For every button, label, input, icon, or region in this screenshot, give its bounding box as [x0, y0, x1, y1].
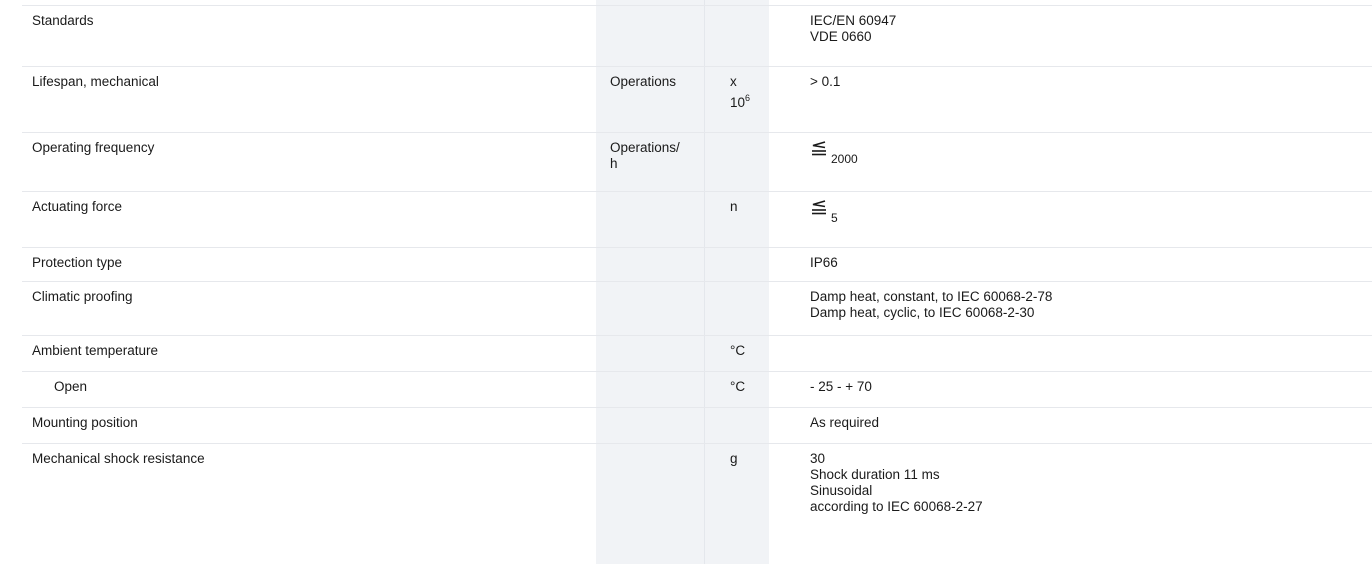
row-label: Lifespan, mechanical [22, 66, 596, 133]
row-multiplier: °C [708, 371, 794, 408]
row-multiplier [708, 407, 794, 444]
value-line: 30 [810, 451, 826, 466]
row-multiplier: g [708, 443, 794, 544]
table-row: Lifespan, mechanical Operations x 106 > … [22, 66, 1372, 133]
row-label: Operating frequency [22, 132, 596, 192]
row-unit [596, 247, 708, 282]
row-multiplier [708, 281, 794, 336]
multiplier-power: 106 [730, 93, 794, 111]
table-row: Climatic proofing Damp heat, constant, t… [22, 281, 1372, 336]
value-line: Shock duration 11 ms [810, 467, 940, 482]
row-multiplier [708, 132, 794, 192]
row-multiplier: °C [708, 335, 794, 372]
row-unit: Operations/ h [596, 132, 708, 192]
value-line: Damp heat, constant, to IEC 60068-2-78 [810, 289, 1053, 304]
row-value: 2000 [794, 132, 1372, 192]
row-label: Open [22, 371, 596, 408]
value-line: IP66 [810, 255, 838, 270]
value-line: IEC/EN 60947 [810, 13, 897, 28]
row-value: - 25 - + 70 [794, 371, 1372, 408]
power-exponent: 6 [745, 93, 751, 103]
unit-line: h [610, 156, 618, 171]
row-multiplier [708, 5, 794, 67]
power-base: 10 [730, 95, 746, 110]
row-multiplier [708, 247, 794, 282]
row-multiplier: x 106 [708, 66, 794, 133]
value-line: As required [810, 415, 880, 430]
row-unit [596, 5, 708, 67]
table-row: Standards IEC/EN 60947 VDE 0660 [22, 5, 1372, 67]
table-row: Mechanical shock resistance g 30 Shock d… [22, 443, 1372, 544]
row-value: IEC/EN 60947 VDE 0660 [794, 5, 1372, 67]
row-value: 30 Shock duration 11 ms Sinusoidal accor… [794, 443, 1372, 544]
table-row: Open °C - 25 - + 70 [22, 371, 1372, 408]
value-line: Damp heat, cyclic, to IEC 60068-2-30 [810, 305, 1035, 320]
row-unit [596, 281, 708, 336]
value-line: according to IEC 60068-2-27 [810, 499, 983, 514]
value-line: VDE 0660 [810, 29, 872, 44]
row-label: Climatic proofing [22, 281, 596, 336]
value-with-symbol: 2000 [810, 140, 858, 167]
table-row: Mounting position As required [22, 407, 1372, 444]
row-unit [596, 443, 708, 544]
row-unit [596, 371, 708, 408]
row-unit: Operations [596, 66, 708, 133]
value-line: Sinusoidal [810, 483, 873, 498]
table-row: Actuating force n 5 [22, 191, 1372, 248]
table-row: Ambient temperature °C [22, 335, 1372, 372]
table-row: Operating frequency Operations/ h 2000 [22, 132, 1372, 192]
row-value: As required [794, 407, 1372, 444]
multiplier-x: x [730, 74, 737, 89]
row-label: Actuating force [22, 191, 596, 248]
row-value: 5 [794, 191, 1372, 248]
value-number: 5 [831, 211, 838, 225]
value-with-symbol: 5 [810, 199, 838, 226]
row-label: Mechanical shock resistance [22, 443, 596, 544]
value-line: > 0.1 [810, 74, 841, 89]
unit-line: Operations/ [610, 140, 680, 155]
table-row: Protection type IP66 [22, 247, 1372, 282]
row-value: Damp heat, constant, to IEC 60068-2-78 D… [794, 281, 1372, 336]
row-unit [596, 335, 708, 372]
value-line: - 25 - + 70 [810, 379, 872, 394]
less-or-equal-icon [812, 200, 826, 215]
less-or-equal-icon [812, 141, 826, 156]
row-value: IP66 [794, 247, 1372, 282]
spec-table: Standards IEC/EN 60947 VDE 0660 Lifespan… [22, 5, 1372, 544]
row-label: Standards [22, 5, 596, 67]
value-number: 2000 [831, 152, 858, 166]
row-unit [596, 191, 708, 248]
row-value: > 0.1 [794, 66, 1372, 133]
row-label: Mounting position [22, 407, 596, 444]
spec-sheet: Standards IEC/EN 60947 VDE 0660 Lifespan… [0, 0, 1372, 564]
row-label: Protection type [22, 247, 596, 282]
row-value [794, 335, 1372, 372]
row-unit [596, 407, 708, 444]
row-multiplier: n [708, 191, 794, 248]
row-label: Ambient temperature [22, 335, 596, 372]
